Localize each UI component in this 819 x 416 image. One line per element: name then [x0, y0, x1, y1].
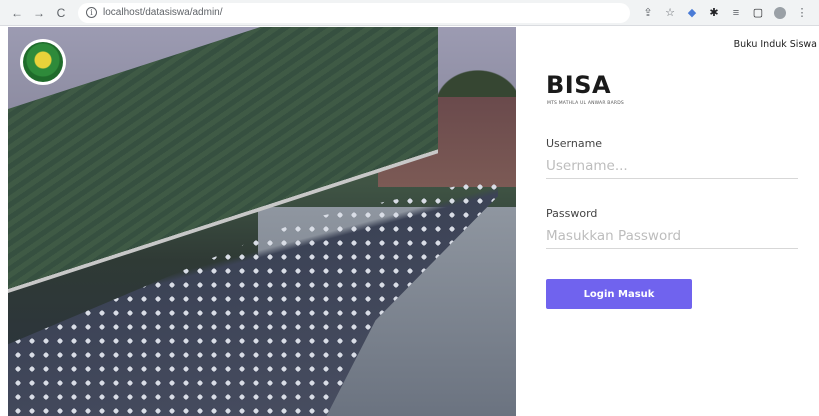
password-input[interactable]: [546, 223, 798, 249]
forward-arrow-icon[interactable]: →: [30, 4, 48, 22]
page-title: BISA: [546, 71, 612, 99]
hero-photo: [8, 27, 516, 416]
avatar: [774, 6, 786, 19]
brand-link[interactable]: Buku Induk Siswa: [734, 39, 817, 50]
login-page: Buku Induk Siswa BISA MTS MATHLA UL ANWA…: [8, 27, 819, 416]
reading-list-icon[interactable]: ≡: [728, 5, 744, 21]
password-label: Password: [546, 207, 598, 220]
login-button[interactable]: Login Masuk: [546, 279, 692, 309]
star-icon[interactable]: ☆: [662, 5, 678, 21]
profile-icon[interactable]: [772, 5, 788, 21]
side-panel-icon[interactable]: ▢: [750, 5, 766, 21]
extension-icon[interactable]: ◆: [684, 5, 700, 21]
address-bar[interactable]: i localhost/datasiswa/admin/: [78, 2, 630, 23]
reload-icon[interactable]: C: [52, 4, 70, 22]
username-label: Username: [546, 137, 603, 150]
browser-toolbar: ← → C i localhost/datasiswa/admin/ ⇪ ☆ ◆…: [0, 0, 819, 26]
share-icon[interactable]: ⇪: [640, 5, 656, 21]
site-info-icon[interactable]: i: [86, 7, 97, 18]
browser-toolbar-icons: ⇪ ☆ ◆ ✱ ≡ ▢ ⋮: [640, 5, 816, 21]
puzzle-icon[interactable]: ✱: [706, 5, 722, 21]
page-subtitle: MTS MATHLA UL ANWAR BARDS: [547, 101, 624, 106]
menu-icon[interactable]: ⋮: [794, 5, 810, 21]
address-url: localhost/datasiswa/admin/: [103, 7, 223, 18]
school-seal-icon: [23, 42, 63, 82]
school-logo: [20, 39, 66, 85]
login-panel: Buku Induk Siswa BISA MTS MATHLA UL ANWA…: [516, 27, 819, 416]
username-input[interactable]: [546, 153, 798, 179]
back-arrow-icon[interactable]: ←: [8, 4, 26, 22]
